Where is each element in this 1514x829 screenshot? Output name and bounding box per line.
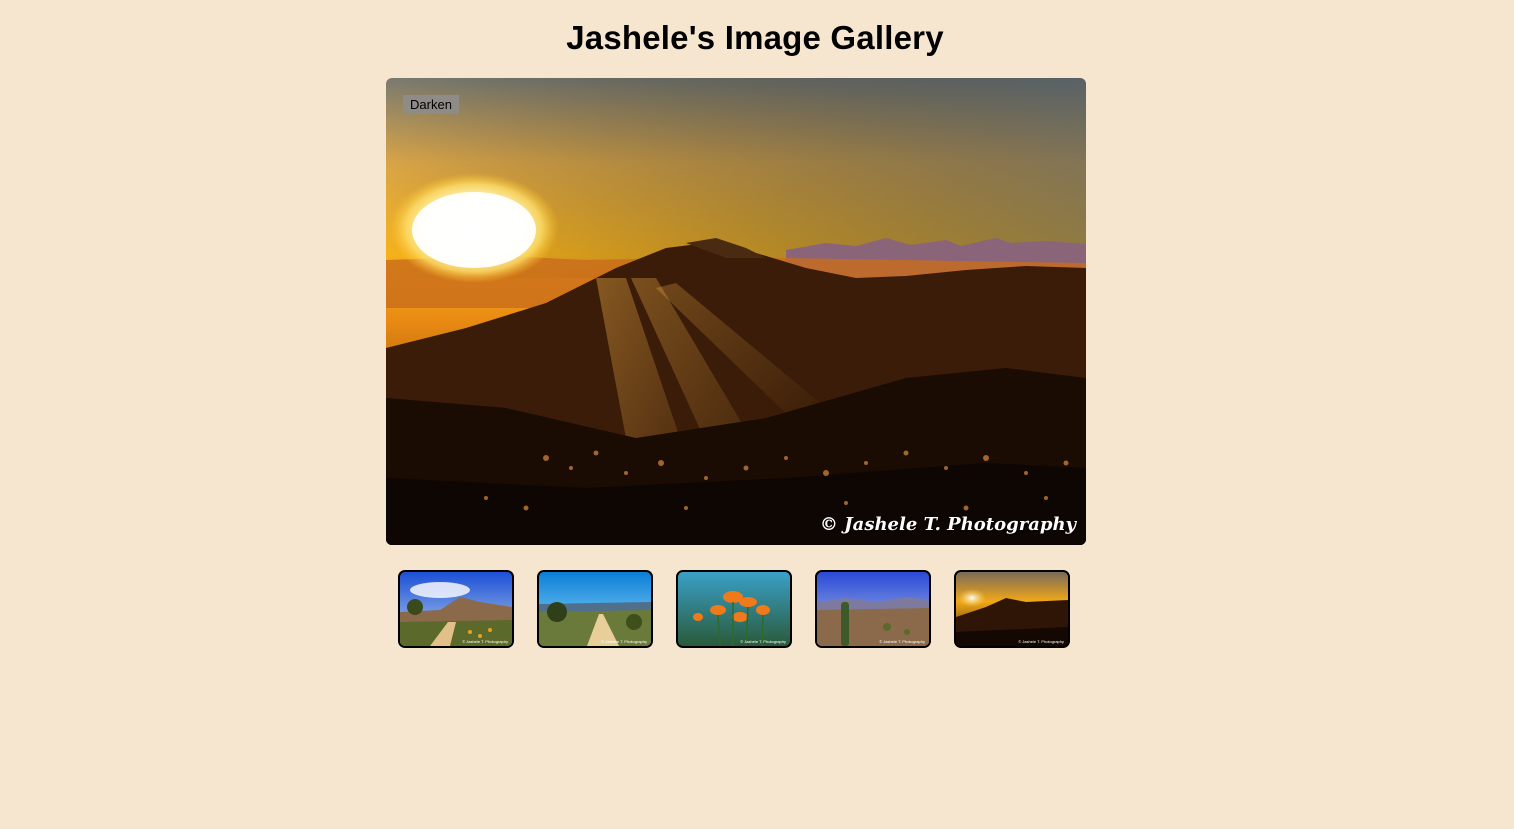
page-title: Jashele's Image Gallery bbox=[566, 19, 944, 56]
thumbnail-5-watermark: © Jashele T. Photography bbox=[1018, 639, 1064, 644]
thumbnail-3[interactable]: © Jashele T. Photography bbox=[676, 570, 792, 648]
thumbnail-2[interactable]: © Jashele T. Photography bbox=[537, 570, 653, 648]
thumbnail-strip: © Jashele T. Photography © Jashele T. Ph… bbox=[398, 570, 1078, 648]
thumbnail-3-photo bbox=[678, 572, 790, 646]
thumbnail-2-watermark: © Jashele T. Photography bbox=[601, 639, 647, 644]
main-sunset-photo bbox=[386, 78, 1086, 545]
main-watermark: © Jashele T. Photography bbox=[819, 514, 1076, 535]
thumbnail-1-photo bbox=[400, 572, 512, 646]
thumbnail-4[interactable]: © Jashele T. Photography bbox=[815, 570, 931, 648]
darken-button[interactable]: Darken bbox=[403, 95, 459, 114]
thumbnail-4-photo bbox=[817, 572, 929, 646]
thumbnail-4-watermark: © Jashele T. Photography bbox=[879, 639, 925, 644]
thumbnail-2-photo bbox=[539, 572, 651, 646]
thumbnail-3-watermark: © Jashele T. Photography bbox=[740, 639, 786, 644]
thumbnail-5-photo bbox=[956, 572, 1068, 646]
thumbnail-1[interactable]: © Jashele T. Photography bbox=[398, 570, 514, 648]
thumbnail-1-watermark: © Jashele T. Photography bbox=[462, 639, 508, 644]
thumbnail-5[interactable]: © Jashele T. Photography bbox=[954, 570, 1070, 648]
main-image: © Jashele T. Photography bbox=[386, 78, 1086, 545]
